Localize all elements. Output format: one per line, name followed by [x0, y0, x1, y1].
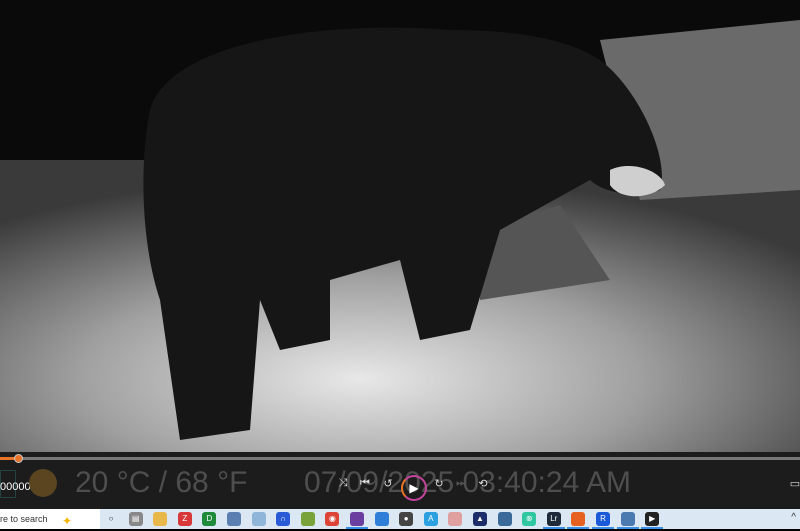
firefox-icon[interactable]	[567, 512, 590, 529]
app-purple-icon[interactable]	[346, 512, 368, 529]
app-photo-icon[interactable]	[227, 512, 241, 526]
media-player-icon[interactable]: ▶	[641, 512, 664, 529]
task-view-icon[interactable]: ▤	[128, 512, 143, 526]
stack-app-icon[interactable]	[300, 512, 315, 526]
overlay-temperature: 20 °C / 68 °F	[75, 466, 248, 499]
app-globe-icon[interactable]	[497, 512, 512, 526]
taskbar-search-input[interactable]: re to search ✦	[0, 509, 100, 529]
next-button[interactable]: ⏭	[454, 477, 468, 490]
headphones-app-icon[interactable]: ∩	[276, 512, 291, 526]
app-blue2-icon[interactable]	[374, 512, 389, 526]
tray-chevron-icon[interactable]: ^	[791, 512, 796, 523]
search-placeholder: re to search	[0, 514, 48, 524]
app-blue-icon[interactable]	[251, 512, 266, 526]
seek-bar[interactable]	[0, 454, 800, 463]
shield-app-icon[interactable]: D	[202, 512, 217, 526]
app-cyan-icon[interactable]: A	[423, 512, 438, 526]
player-controls: 000000 20 °C / 68 °F 07/09/2025 03:40:24…	[0, 452, 800, 509]
shuffle-button[interactable]: ⤨	[336, 477, 350, 490]
app-red-icon[interactable]: Z	[177, 512, 192, 526]
play-button[interactable]: ▶	[401, 475, 427, 501]
seek-thumb[interactable]	[14, 454, 24, 463]
previous-button[interactable]: ⏮	[358, 477, 372, 490]
chrome-icon[interactable]: ◉	[325, 512, 340, 526]
sparkle-icon: ✦	[62, 514, 73, 528]
miniplayer-button[interactable]: ▭	[788, 477, 800, 490]
video-frame-bear-trail-cam	[0, 0, 800, 452]
app-camera-icon[interactable]: ●	[399, 512, 414, 526]
rewind-button[interactable]: ↺	[381, 477, 395, 490]
app-screen-icon[interactable]	[616, 512, 639, 529]
windows-taskbar: re to search ✦ ○ ▤ Z D ∩ ◉ ● A ▲ ⊗ Lr R ▶ ^	[0, 509, 800, 529]
app-green-icon[interactable]: ⊗	[522, 512, 537, 526]
cortana-icon[interactable]: ○	[104, 512, 118, 526]
file-explorer-icon[interactable]	[153, 512, 168, 526]
overlay-moon-icon	[29, 469, 57, 497]
lightroom-icon[interactable]: Lr	[542, 512, 565, 529]
app-triangle-icon[interactable]: ▲	[473, 512, 487, 526]
app-r-icon[interactable]: R	[592, 512, 614, 529]
forward-button[interactable]: ↻	[432, 477, 446, 490]
app-cloud-icon[interactable]	[448, 512, 463, 526]
repeat-button[interactable]: ⟲	[476, 477, 490, 490]
